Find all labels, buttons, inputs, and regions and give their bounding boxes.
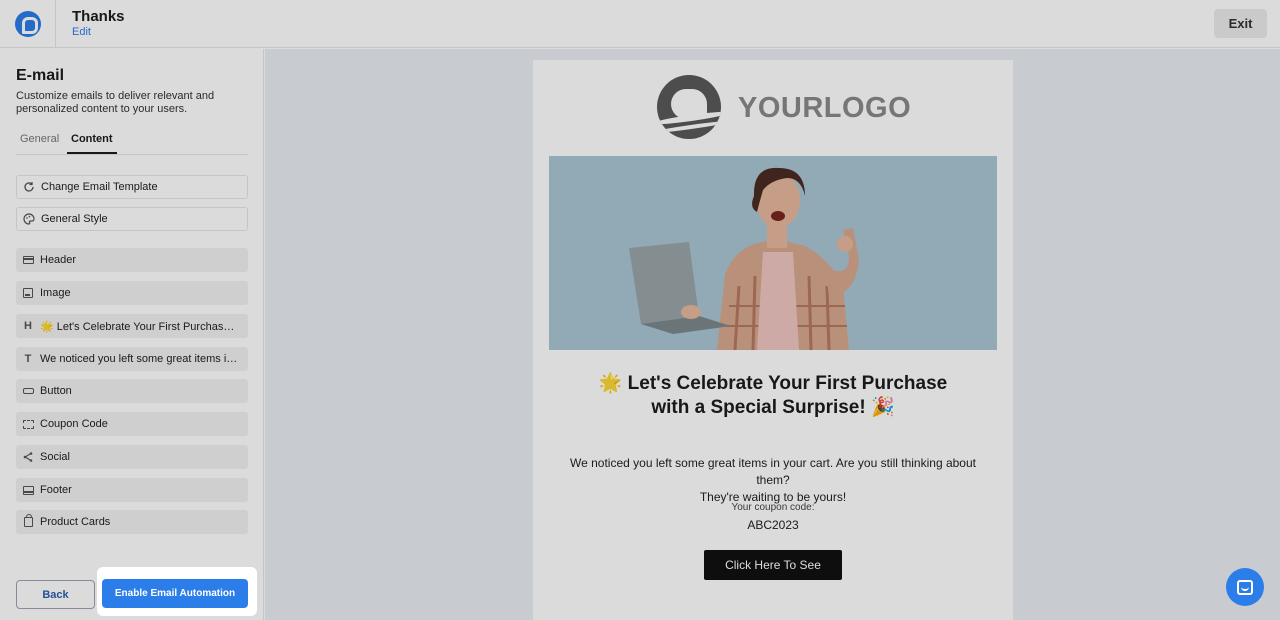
sidebar-item-footer[interactable]: Footer — [16, 478, 248, 502]
sidebar-item-image[interactable]: Image — [16, 281, 248, 305]
email-body-text[interactable]: We noticed you left some great items in … — [553, 455, 993, 506]
shopping-bag-icon — [16, 514, 40, 527]
sidebar-item-label: Button — [40, 385, 72, 397]
body-line-1: We noticed you left some great items in … — [570, 456, 976, 487]
email-canvas: YOURLOGO 🌟 Let's Celebrate Your First Pu… — [533, 60, 1013, 620]
sidebar-item-header[interactable]: Header — [16, 248, 248, 272]
sidebar-item-heading[interactable]: H 🌟 Let's Celebrate Your First Purchasew… — [16, 314, 248, 338]
chat-icon — [1237, 579, 1253, 595]
sidebar-item-label: Product Cards — [40, 516, 111, 528]
back-button[interactable]: Back — [16, 580, 95, 609]
sidebar-item-general-style[interactable]: General Style — [16, 207, 248, 231]
cta-button[interactable]: Click Here To See — [704, 550, 842, 580]
sidebar-item-label: Coupon Code — [40, 418, 108, 430]
enable-automation-highlight: Enable Email Automation — [97, 567, 257, 616]
edit-link[interactable]: Edit — [72, 26, 125, 38]
share-icon — [16, 451, 40, 463]
app-logo[interactable] — [0, 0, 56, 48]
sidebar-item-coupon-code[interactable]: Coupon Code — [16, 412, 248, 436]
sidebar-item-label: 🌟 Let's Celebrate Your First Purchasewit… — [40, 320, 240, 333]
top-bar: Thanks Edit Exit — [0, 0, 1280, 48]
page-title: Thanks — [72, 8, 125, 25]
refresh-icon — [17, 181, 41, 193]
headline-line-1: 🌟 Let's Celebrate Your First Purchase — [598, 373, 948, 394]
sidebar-item-product-cards[interactable]: Product Cards — [16, 510, 248, 534]
text-icon: T — [24, 353, 32, 365]
sidebar-item-label: Social — [40, 451, 70, 463]
header-icon — [16, 256, 40, 264]
sidebar: E-mail Customize emails to deliver relev… — [0, 49, 264, 620]
hero-photo-illustration — [549, 156, 997, 350]
sidebar-item-change-template[interactable]: Change Email Template — [16, 175, 248, 199]
ticket-icon — [16, 419, 40, 429]
heading-icon: H — [24, 320, 32, 332]
email-preview-area: YOURLOGO 🌟 Let's Celebrate Your First Pu… — [265, 49, 1280, 620]
sidebar-description: Customize emails to deliver relevant and… — [16, 90, 215, 115]
headline-line-2: with a Special Surprise! 🎉 — [651, 397, 895, 418]
button-icon — [16, 388, 40, 394]
footer-icon — [16, 485, 40, 495]
sidebar-item-label: Footer — [40, 484, 72, 496]
logo-mark-icon — [657, 75, 721, 139]
sidebar-item-text[interactable]: T We noticed you left some great items i… — [16, 347, 248, 371]
hero-image[interactable] — [549, 156, 997, 350]
coupon-label: Your coupon code: — [731, 502, 815, 513]
tab-general[interactable]: General — [20, 133, 59, 152]
sidebar-item-label: General Style — [41, 213, 108, 225]
sidebar-title: E-mail — [16, 67, 65, 84]
email-headline[interactable]: 🌟 Let's Celebrate Your First Purchase wi… — [553, 372, 993, 420]
coupon-code[interactable]: ABC2023 — [553, 518, 993, 532]
tabs: General Content — [16, 131, 248, 155]
sidebar-item-label: Image — [40, 287, 71, 299]
app-logo-icon — [14, 11, 41, 37]
sidebar-item-label: We noticed you left some great items in … — [40, 353, 240, 365]
sidebar-item-button[interactable]: Button — [16, 379, 248, 403]
sidebar-item-social[interactable]: Social — [16, 445, 248, 469]
image-icon — [16, 288, 40, 298]
title-area: Thanks Edit — [72, 8, 125, 38]
palette-icon — [17, 213, 41, 225]
sidebar-item-label: Header — [40, 254, 77, 266]
chat-launcher-button[interactable] — [1226, 568, 1264, 606]
enable-email-automation-button[interactable]: Enable Email Automation — [102, 579, 248, 608]
exit-button[interactable]: Exit — [1214, 9, 1267, 38]
tab-content[interactable]: Content — [67, 133, 117, 154]
logo-text: YOURLOGO — [738, 92, 912, 124]
email-logo[interactable]: YOURLOGO — [657, 75, 911, 141]
sidebar-item-label: Change Email Template — [41, 181, 158, 193]
